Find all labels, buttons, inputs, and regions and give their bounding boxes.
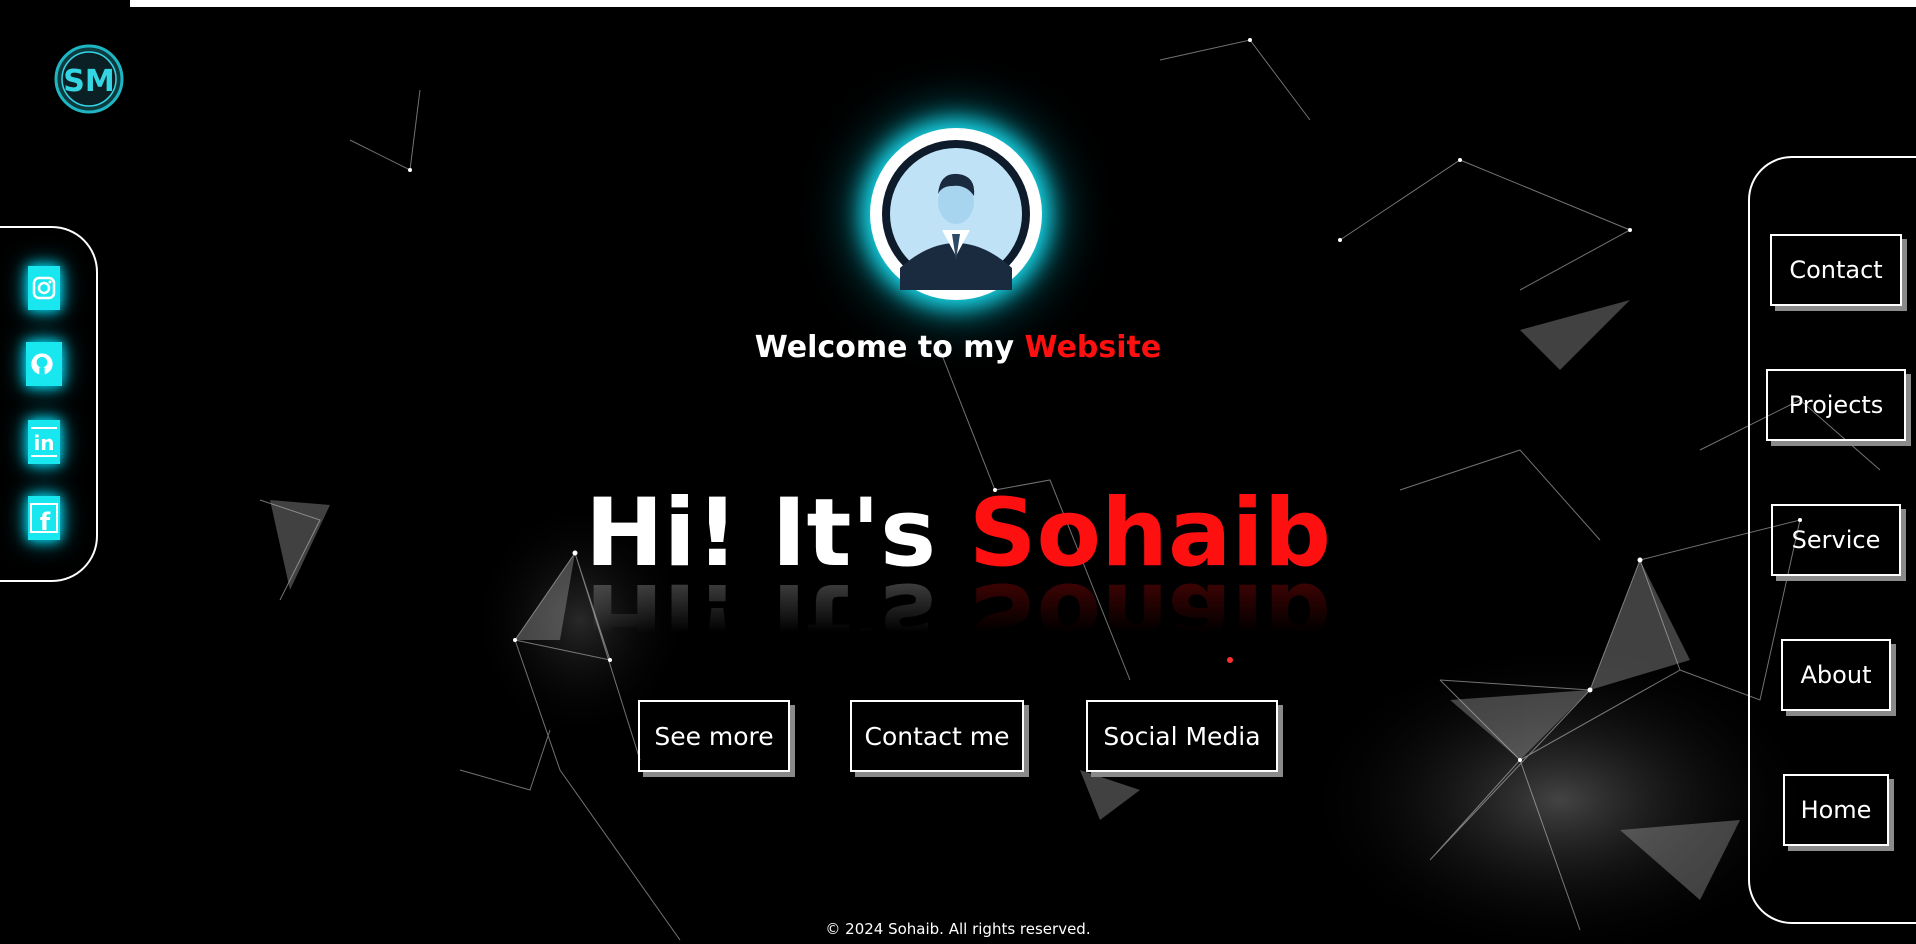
- logo-text: SM: [63, 64, 114, 99]
- hero-reflection-prefix: Hi! It's: [585, 562, 969, 671]
- linkedin-icon[interactable]: in: [28, 420, 60, 464]
- welcome-highlight: Website: [1024, 330, 1162, 365]
- welcome-heading: Welcome to my Website: [0, 330, 1916, 365]
- instagram-icon[interactable]: [28, 266, 60, 310]
- nav-projects[interactable]: Projects: [1766, 369, 1906, 441]
- nav-about[interactable]: About: [1781, 639, 1891, 711]
- nav-contact[interactable]: Contact: [1770, 234, 1902, 306]
- see-more-button[interactable]: See more: [638, 700, 790, 772]
- contact-me-button[interactable]: Contact me: [850, 700, 1024, 772]
- hero-reflection: Hi! It's Sohaib: [0, 560, 1916, 672]
- site-logo[interactable]: SM: [54, 44, 124, 114]
- svg-text:in: in: [33, 431, 54, 455]
- welcome-prefix: Welcome to my: [754, 330, 1025, 365]
- social-media-button[interactable]: Social Media: [1086, 700, 1278, 772]
- nav-service[interactable]: Service: [1771, 504, 1901, 576]
- hero-reflection-name: Sohaib: [968, 562, 1331, 671]
- nav-home[interactable]: Home: [1783, 774, 1889, 846]
- footer-copyright: © 2024 Sohaib. All rights reserved.: [825, 920, 1091, 938]
- profile-avatar: [870, 128, 1042, 300]
- person-icon: [882, 140, 1030, 290]
